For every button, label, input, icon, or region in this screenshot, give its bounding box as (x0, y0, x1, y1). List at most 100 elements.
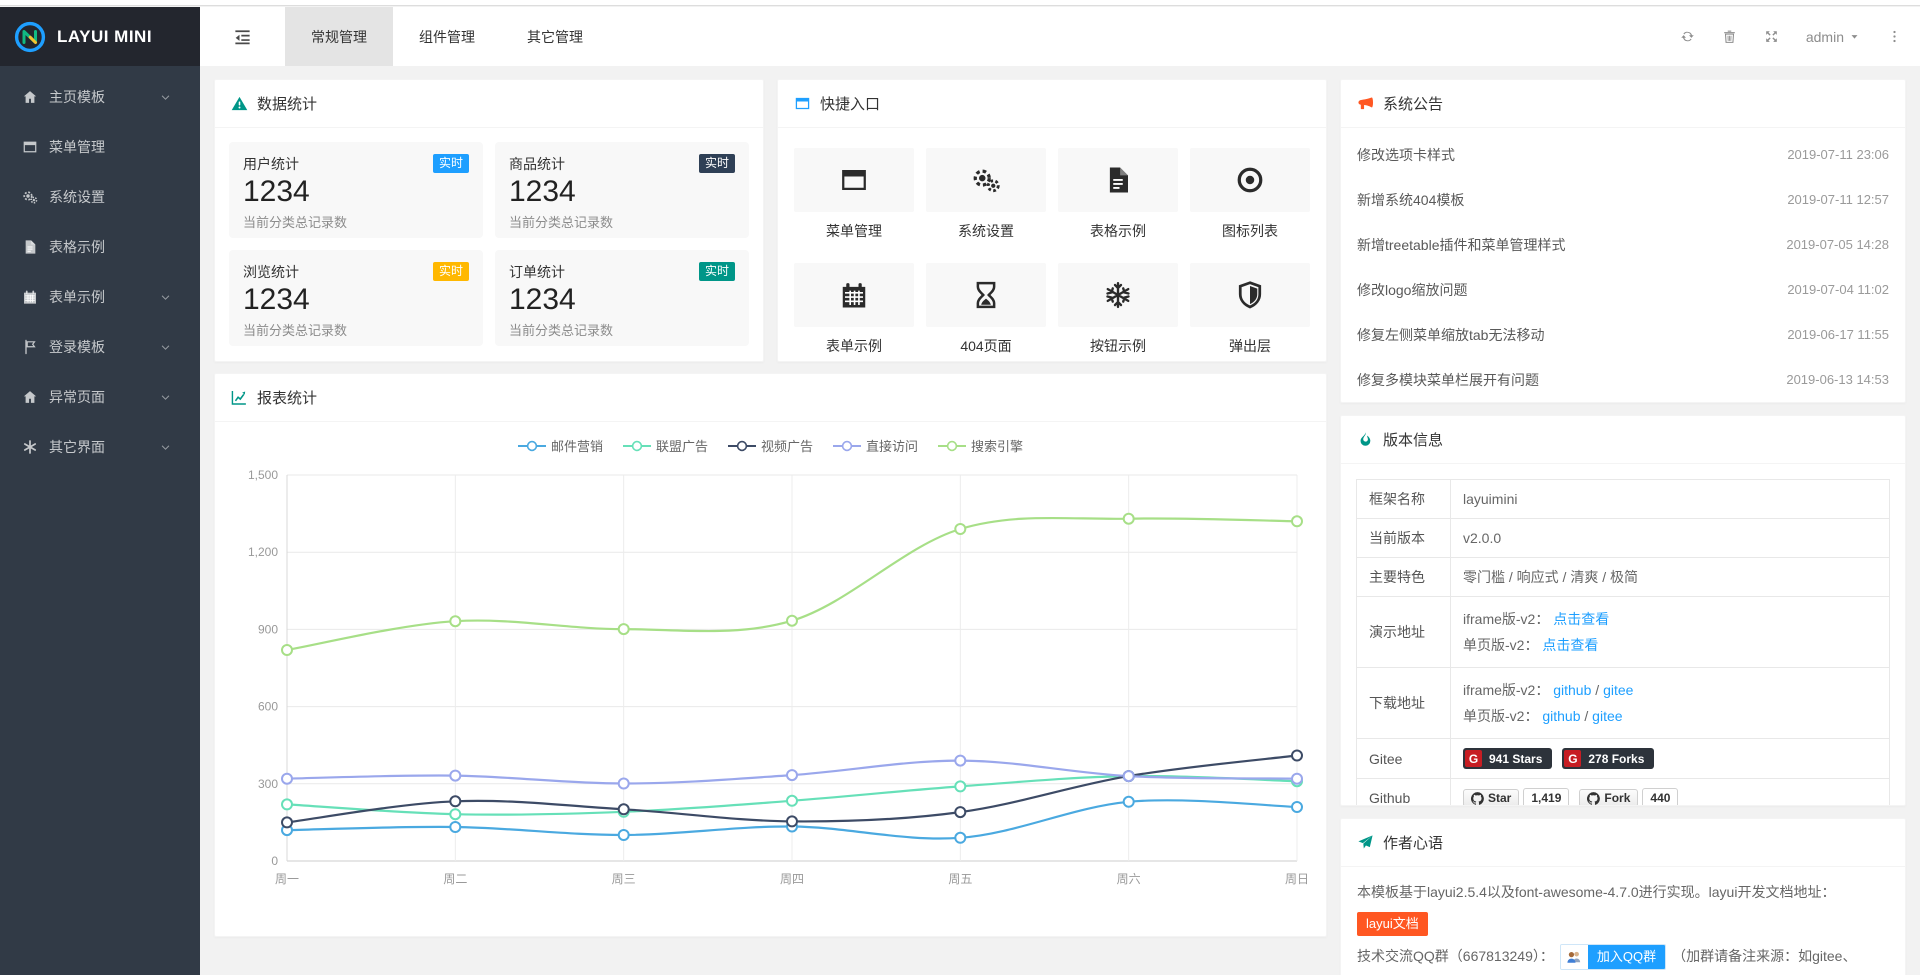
sidebar-item-label: 主页模板 (49, 87, 105, 107)
sidebar-menu: 主页模板菜单管理系统设置表格示例表单示例登录模板异常页面其它界面 (0, 66, 200, 472)
quick-entry-iconbox (1190, 148, 1310, 212)
quick-entry-label: 系统设置 (926, 221, 1046, 241)
top-header: 常规管理组件管理其它管理 admin (200, 7, 1920, 66)
version-link[interactable]: 点击查看 (1542, 637, 1598, 653)
sidebar-item-5[interactable]: 表单示例 (0, 272, 200, 322)
announcement-item-2[interactable]: 新增系统404模板2019-07-11 12:57 (1357, 177, 1889, 222)
panel-title: 系统公告 (1383, 93, 1443, 114)
version-link[interactable]: github (1553, 682, 1591, 698)
quick-entry-5[interactable]: 表单示例 (794, 263, 914, 356)
version-link[interactable]: gitee (1603, 682, 1633, 698)
quick-entry-2[interactable]: 系统设置 (926, 148, 1046, 241)
asterisk-icon (22, 439, 38, 455)
gitee-logo-icon: G (1564, 750, 1581, 767)
chevron-down-icon (160, 92, 171, 103)
legend-item-5[interactable]: 搜索引擎 (938, 436, 1023, 455)
gitee-badge[interactable]: G941 Stars (1463, 748, 1552, 769)
github-count-badge[interactable]: 440 (1642, 788, 1678, 806)
version-link-line: 单页版-v2： github / gitee (1463, 703, 1877, 729)
panel-author-words: 作者心语 本模板基于layui2.5.4以及font-awesome-4.7.0… (1340, 818, 1906, 975)
quick-entry-7[interactable]: 按钮示例 (1058, 263, 1178, 356)
gitee-badge[interactable]: G278 Forks (1562, 748, 1654, 769)
sidebar-item-8[interactable]: 其它界面 (0, 422, 200, 472)
sidebar-item-1[interactable]: 主页模板 (0, 72, 200, 122)
announcement-item-5[interactable]: 修复左侧菜单缩放tab无法移动2019-06-17 11:55 (1357, 312, 1889, 357)
sidebar-item-7[interactable]: 异常页面 (0, 372, 200, 422)
stat-value: 1234 (243, 175, 469, 209)
github-fork-button[interactable]: Fork (1579, 789, 1638, 806)
announcement-item-3[interactable]: 新增treetable插件和菜单管理样式2019-07-05 14:28 (1357, 222, 1889, 267)
refresh-icon[interactable] (1680, 29, 1695, 44)
quick-entry-4[interactable]: 图标列表 (1190, 148, 1310, 241)
home-icon (22, 389, 38, 405)
tab-2[interactable]: 组件管理 (393, 7, 501, 66)
panel-report-header: 报表统计 (215, 374, 1326, 422)
svg-text:周一: 周一 (275, 872, 299, 886)
more-menu-icon[interactable] (1887, 29, 1902, 44)
people-icon (1565, 948, 1583, 966)
version-link[interactable]: github (1542, 708, 1580, 724)
user-dropdown[interactable]: admin (1806, 29, 1860, 45)
version-row-label: 下载地址 (1357, 668, 1451, 739)
quick-entry-iconbox (1190, 263, 1310, 327)
chevron-down-icon (160, 442, 171, 453)
tab-bar: 常规管理组件管理其它管理 (285, 7, 609, 66)
announcement-item-1[interactable]: 修改选项卡样式2019-07-11 23:06 (1357, 132, 1889, 177)
fire-icon (1357, 431, 1374, 448)
username: admin (1806, 29, 1844, 45)
quick-entry-6[interactable]: 404页面 (926, 263, 1046, 356)
announcement-title: 新增系统404模板 (1357, 190, 1474, 210)
stat-label: 订单统计 (509, 262, 565, 282)
github-star-button[interactable]: Star (1463, 789, 1519, 806)
tab-1[interactable]: 常规管理 (285, 7, 393, 66)
sidebar: LAYUI MINI 主页模板菜单管理系统设置表格示例表单示例登录模板异常页面其… (0, 7, 200, 975)
stat-card-2: 商品统计实时1234当前分类总记录数 (495, 142, 749, 238)
quick-entry-iconbox (794, 263, 914, 327)
gears-icon (971, 165, 1001, 195)
sidebar-item-3[interactable]: 系统设置 (0, 172, 200, 222)
tab-3[interactable]: 其它管理 (501, 7, 609, 66)
gitee-badge-count: 941 Stars (1482, 752, 1550, 766)
sidebar-item-4[interactable]: 表格示例 (0, 222, 200, 272)
legend-item-1[interactable]: 邮件营销 (518, 436, 603, 455)
outdent-icon (233, 27, 252, 46)
window-icon (22, 139, 38, 155)
version-link[interactable]: gitee (1592, 708, 1622, 724)
stat-value: 1234 (509, 175, 735, 209)
svg-text:300: 300 (258, 777, 278, 791)
app-logo[interactable]: LAYUI MINI (0, 7, 200, 66)
quick-entry-label: 菜单管理 (794, 221, 914, 241)
stat-sub-label: 当前分类总记录数 (243, 212, 469, 231)
legend-item-4[interactable]: 直接访问 (833, 436, 918, 455)
announcement-item-6[interactable]: 修复多模块菜单栏展开有问题2019-06-13 14:53 (1357, 357, 1889, 402)
sidebar-collapse-button[interactable] (200, 7, 285, 66)
svg-text:周四: 周四 (780, 872, 804, 886)
quick-entry-1[interactable]: 菜单管理 (794, 148, 914, 241)
file-icon (22, 239, 38, 255)
github-count-badge[interactable]: 1,419 (1523, 788, 1569, 806)
sidebar-item-2[interactable]: 菜单管理 (0, 122, 200, 172)
join-qq-group-button[interactable]: 加入QQ群 (1560, 944, 1666, 970)
snowflake-icon (1103, 280, 1133, 310)
realtime-badge: 实时 (433, 154, 469, 173)
author-line2-pre: 技术交流QQ群（667813249）： (1357, 948, 1554, 964)
legend-marker-icon (728, 440, 756, 452)
quick-entry-8[interactable]: 弹出层 (1190, 263, 1310, 356)
announcement-item-4[interactable]: 修改logo缩放问题2019-07-04 11:02 (1357, 267, 1889, 312)
panel-announcements: 系统公告 修改选项卡样式2019-07-11 23:06新增系统404模板201… (1340, 79, 1906, 403)
version-link[interactable]: 点击查看 (1553, 611, 1609, 627)
home-icon (22, 89, 38, 105)
legend-item-2[interactable]: 联盟广告 (623, 436, 708, 455)
gears-icon (22, 189, 38, 205)
layui-doc-badge[interactable]: layui文档 (1357, 912, 1428, 936)
sidebar-item-6[interactable]: 登录模板 (0, 322, 200, 372)
fullscreen-icon (1764, 29, 1779, 44)
link-separator: / (1581, 708, 1593, 724)
version-row-value: G941 StarsG278 Forks (1451, 739, 1890, 779)
clear-cache-icon[interactable] (1722, 29, 1737, 44)
fullscreen-icon[interactable] (1764, 29, 1779, 44)
legend-item-3[interactable]: 视频广告 (728, 436, 813, 455)
quick-entry-3[interactable]: 表格示例 (1058, 148, 1178, 241)
sidebar-item-label: 表格示例 (49, 237, 105, 257)
stat-label: 商品统计 (509, 154, 565, 174)
